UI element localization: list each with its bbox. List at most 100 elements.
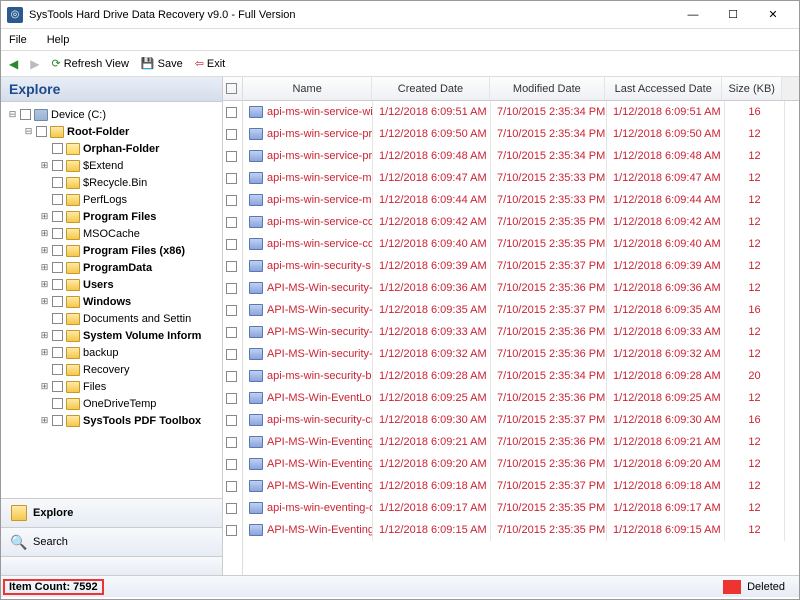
tree-checkbox[interactable] xyxy=(52,330,63,341)
col-modified[interactable]: Modified Date xyxy=(490,77,605,100)
expand-toggle[interactable]: ⊞ xyxy=(39,296,50,307)
expand-toggle[interactable]: ⊟ xyxy=(7,109,18,120)
tree-checkbox[interactable] xyxy=(52,347,63,358)
expand-toggle[interactable]: ⊟ xyxy=(23,126,34,137)
table-row[interactable]: API-MS-Win-Eventing-… 1/12/2018 6:09:20 … xyxy=(243,453,799,475)
expand-toggle[interactable]: ⊞ xyxy=(39,262,50,273)
tree-item[interactable]: OneDriveTemp xyxy=(3,395,220,412)
tree-item[interactable]: ⊞ Windows xyxy=(3,293,220,310)
row-checkbox[interactable] xyxy=(226,371,237,382)
tree-checkbox[interactable] xyxy=(52,160,63,171)
tree-item[interactable]: ⊞ ProgramData xyxy=(3,259,220,276)
tree-item[interactable]: ⊞ System Volume Inform xyxy=(3,327,220,344)
table-row[interactable]: API-MS-Win-security-l… 1/12/2018 6:09:33… xyxy=(243,321,799,343)
row-checkbox[interactable] xyxy=(226,129,237,140)
tree-checkbox[interactable] xyxy=(36,126,47,137)
tree-item[interactable]: ⊞ Program Files (x86) xyxy=(3,242,220,259)
tree-item[interactable]: Documents and Settin xyxy=(3,310,220,327)
tree-checkbox[interactable] xyxy=(52,228,63,239)
expand-toggle[interactable]: ⊞ xyxy=(39,211,50,222)
expand-toggle[interactable]: ⊞ xyxy=(39,347,50,358)
tree-item[interactable]: ⊞ backup xyxy=(3,344,220,361)
table-row[interactable]: api-ms-win-service-pri… 1/12/2018 6:09:5… xyxy=(243,123,799,145)
tree-checkbox[interactable] xyxy=(52,398,63,409)
table-row[interactable]: API-MS-Win-security-l… 1/12/2018 6:09:35… xyxy=(243,299,799,321)
tree-checkbox[interactable] xyxy=(52,279,63,290)
table-row[interactable]: api-ms-win-security-b… 1/12/2018 6:09:28… xyxy=(243,365,799,387)
row-checkbox[interactable] xyxy=(226,459,237,470)
tree-checkbox[interactable] xyxy=(52,381,63,392)
tree-item[interactable]: ⊞ $Extend xyxy=(3,157,220,174)
table-row[interactable]: API-MS-Win-security-l… 1/12/2018 6:09:32… xyxy=(243,343,799,365)
col-accessed[interactable]: Last Accessed Date xyxy=(605,77,722,100)
minimize-button[interactable]: — xyxy=(673,1,713,29)
refresh-button[interactable]: ⟳Refresh View xyxy=(47,55,132,72)
table-row[interactable]: api-ms-win-service-co… 1/12/2018 6:09:42… xyxy=(243,211,799,233)
table-row[interactable]: API-MS-Win-Eventing-… 1/12/2018 6:09:21 … xyxy=(243,431,799,453)
tree-checkbox[interactable] xyxy=(52,364,63,375)
col-name[interactable]: Name xyxy=(243,77,372,100)
row-checkbox[interactable] xyxy=(226,481,237,492)
tree-checkbox[interactable] xyxy=(52,245,63,256)
table-row[interactable]: API-MS-Win-Eventing-… 1/12/2018 6:09:18 … xyxy=(243,475,799,497)
tree-checkbox[interactable] xyxy=(52,415,63,426)
tree-checkbox[interactable] xyxy=(52,143,63,154)
col-created[interactable]: Created Date xyxy=(372,77,489,100)
row-checkbox[interactable] xyxy=(226,151,237,162)
tree-item[interactable]: ⊞ Users xyxy=(3,276,220,293)
expand-toggle[interactable]: ⊞ xyxy=(39,330,50,341)
table-row[interactable]: api-ms-win-security-cr… 1/12/2018 6:09:3… xyxy=(243,409,799,431)
close-button[interactable]: ✕ xyxy=(753,1,793,29)
row-checkbox[interactable] xyxy=(226,195,237,206)
tree-checkbox[interactable] xyxy=(52,194,63,205)
save-button[interactable]: 💾Save xyxy=(137,55,187,72)
tree-item[interactable]: Recovery xyxy=(3,361,220,378)
row-checkbox[interactable] xyxy=(226,261,237,272)
row-checkbox[interactable] xyxy=(226,525,237,536)
menu-file[interactable]: File xyxy=(9,34,27,46)
exit-button[interactable]: ⇦Exit xyxy=(191,55,230,72)
table-row[interactable]: api-ms-win-security-s… 1/12/2018 6:09:39… xyxy=(243,255,799,277)
tree-checkbox[interactable] xyxy=(52,262,63,273)
tree-checkbox[interactable] xyxy=(52,313,63,324)
select-all-checkbox[interactable] xyxy=(226,83,237,94)
table-row[interactable]: API-MS-Win-Eventing-… 1/12/2018 6:09:15 … xyxy=(243,519,799,541)
row-checkbox[interactable] xyxy=(226,239,237,250)
grid-body[interactable]: api-ms-win-service-wi… 1/12/2018 6:09:51… xyxy=(243,101,799,575)
table-row[interactable]: API-MS-Win-EventLog… 1/12/2018 6:09:25 A… xyxy=(243,387,799,409)
tree-checkbox[interactable] xyxy=(52,296,63,307)
nav-back-button[interactable]: ◀ xyxy=(5,55,22,73)
row-checkbox[interactable] xyxy=(226,437,237,448)
table-row[interactable]: API-MS-Win-security-… 1/12/2018 6:09:36 … xyxy=(243,277,799,299)
row-checkbox[interactable] xyxy=(226,173,237,184)
row-checkbox[interactable] xyxy=(226,107,237,118)
tree-item[interactable]: $Recycle.Bin xyxy=(3,174,220,191)
row-checkbox[interactable] xyxy=(226,503,237,514)
table-row[interactable]: api-ms-win-service-ma… 1/12/2018 6:09:47… xyxy=(243,167,799,189)
expand-toggle[interactable]: ⊞ xyxy=(39,245,50,256)
row-checkbox[interactable] xyxy=(226,349,237,360)
row-checkbox[interactable] xyxy=(226,283,237,294)
col-size[interactable]: Size (KB) xyxy=(722,77,782,100)
expand-toggle[interactable]: ⊞ xyxy=(39,228,50,239)
tree-item[interactable]: ⊞ Program Files xyxy=(3,208,220,225)
maximize-button[interactable]: ☐ xyxy=(713,1,753,29)
row-checkbox[interactable] xyxy=(226,217,237,228)
tree-checkbox[interactable] xyxy=(52,211,63,222)
tree-item[interactable]: ⊟ Device (C:) xyxy=(3,106,220,123)
tab-search[interactable]: 🔍 Search xyxy=(1,528,222,557)
tree-item[interactable]: ⊞ MSOCache xyxy=(3,225,220,242)
table-row[interactable]: api-ms-win-service-wi… 1/12/2018 6:09:51… xyxy=(243,101,799,123)
row-checkbox[interactable] xyxy=(226,305,237,316)
table-row[interactable]: api-ms-win-service-ma… 1/12/2018 6:09:44… xyxy=(243,189,799,211)
row-checkbox[interactable] xyxy=(226,393,237,404)
row-checkbox[interactable] xyxy=(226,415,237,426)
expand-toggle[interactable]: ⊞ xyxy=(39,160,50,171)
table-row[interactable]: api-ms-win-service-co… 1/12/2018 6:09:40… xyxy=(243,233,799,255)
expand-toggle[interactable]: ⊞ xyxy=(39,381,50,392)
row-checkbox[interactable] xyxy=(226,327,237,338)
tree-checkbox[interactable] xyxy=(20,109,31,120)
tree-item[interactable]: ⊟ Root-Folder xyxy=(3,123,220,140)
menu-help[interactable]: Help xyxy=(47,34,70,46)
tree-item[interactable]: PerfLogs xyxy=(3,191,220,208)
